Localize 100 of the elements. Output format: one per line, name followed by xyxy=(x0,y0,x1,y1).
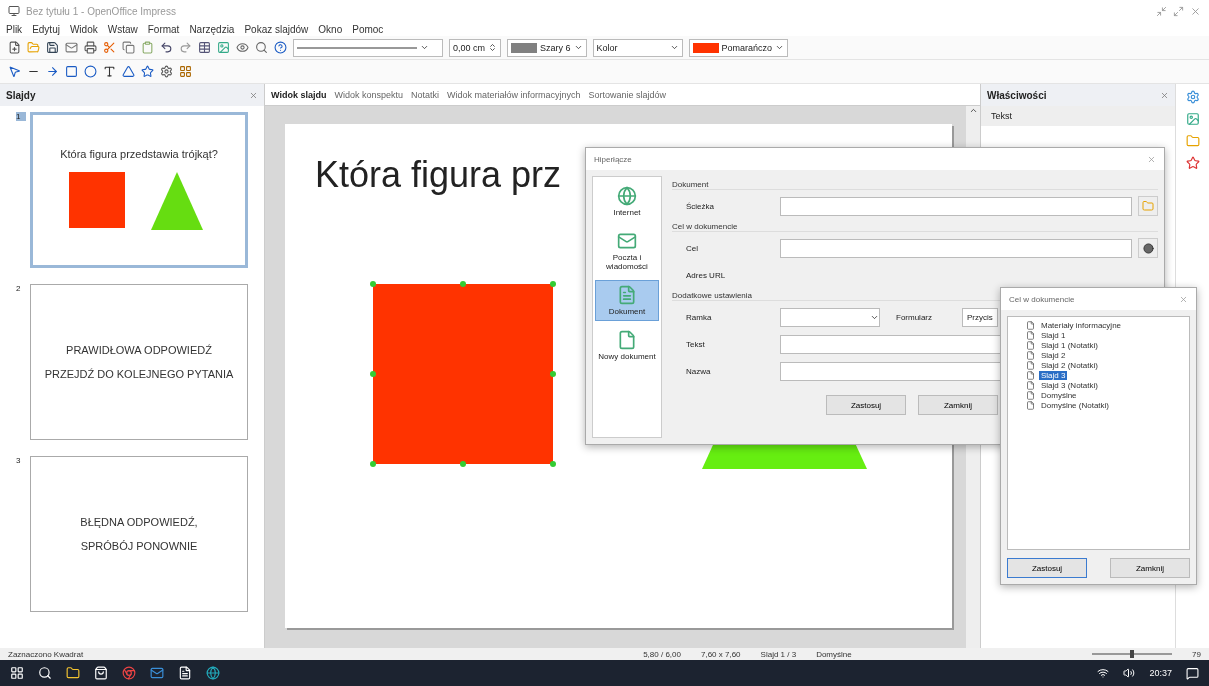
slide-text: PRZEJDŹ DO KOLEJNEGO PYTANIA xyxy=(44,368,234,380)
close-icon[interactable] xyxy=(1160,90,1169,100)
category-item[interactable]: Poczta i wiadomości xyxy=(595,226,659,276)
save-icon[interactable] xyxy=(46,41,59,54)
view-tab[interactable]: Widok konspektu xyxy=(334,89,403,100)
start-icon[interactable] xyxy=(10,666,24,680)
tree-item[interactable]: Slajd 2 (Notatki) xyxy=(1039,361,1100,370)
path-field[interactable] xyxy=(780,196,1132,216)
tree-item[interactable]: Materiały informacyjne xyxy=(1039,321,1124,330)
view-tab[interactable]: Sortowanie slajdów xyxy=(588,89,667,100)
wifi-icon[interactable] xyxy=(1097,667,1110,679)
close-icon[interactable] xyxy=(249,90,258,100)
zoom-thumb[interactable] xyxy=(1130,650,1135,658)
dialog-button[interactable]: Zastosuj xyxy=(1007,558,1087,578)
page-icon xyxy=(1026,401,1035,410)
menu-item[interactable]: Format xyxy=(147,23,180,35)
color-dropdown[interactable]: Szary 6 xyxy=(507,38,587,57)
mail-icon[interactable] xyxy=(65,41,78,54)
star-icon[interactable] xyxy=(141,65,154,78)
dialog-button[interactable]: Zamknij xyxy=(1110,558,1190,578)
tree-item[interactable]: Slajd 1 xyxy=(1039,331,1068,340)
square-shape[interactable] xyxy=(370,281,556,467)
scissors-icon[interactable] xyxy=(103,41,116,54)
triangle-icon[interactable] xyxy=(122,65,135,78)
globe-icon xyxy=(617,186,637,206)
arrow-icon[interactable] xyxy=(46,65,59,78)
menu-item[interactable]: Plik xyxy=(6,23,23,35)
mail-icon[interactable] xyxy=(150,666,164,680)
tree-item[interactable]: Domyślne xyxy=(1039,391,1079,400)
tree-item[interactable]: Domyślne (Notatki) xyxy=(1039,401,1111,410)
maximize-icon[interactable] xyxy=(1173,5,1184,17)
view-tab[interactable]: Widok materiałów informacyjnych xyxy=(447,89,581,100)
star-icon[interactable] xyxy=(1185,156,1200,170)
slide-number: 1 xyxy=(16,112,26,121)
speaker-icon[interactable] xyxy=(1123,667,1136,679)
ellipse-icon[interactable] xyxy=(84,65,97,78)
slide-thumbnail[interactable]: BŁĘDNA ODPOWIEDŹ, SPRÓBÓJ PONOWNIE xyxy=(30,456,248,612)
dialog-button[interactable]: Zastosuj xyxy=(826,395,906,415)
search-icon[interactable] xyxy=(38,666,52,680)
page-icon xyxy=(1026,361,1035,370)
line-width-field[interactable]: 0,00 cm xyxy=(449,38,501,57)
category-item[interactable]: Dokument xyxy=(595,280,659,321)
browser-icon[interactable] xyxy=(122,666,136,680)
clock: 20:37 xyxy=(1149,668,1172,678)
document-icon[interactable] xyxy=(178,666,192,680)
form-dropdown[interactable]: Przycis xyxy=(962,307,998,327)
dialog-button[interactable]: Zamknij xyxy=(918,395,998,415)
panel-title: Właściwości xyxy=(987,89,1047,101)
tree-item[interactable]: Slajd 3 xyxy=(1039,371,1068,380)
minimize-icon[interactable] xyxy=(1156,5,1167,17)
copy-icon[interactable] xyxy=(122,41,135,54)
gear-icon[interactable] xyxy=(160,65,173,78)
category-item[interactable]: Nowy dokument xyxy=(595,325,659,366)
image-icon[interactable] xyxy=(217,41,230,54)
folder-icon[interactable] xyxy=(66,666,80,680)
gear-icon[interactable] xyxy=(1185,90,1200,104)
line-style-dropdown[interactable] xyxy=(293,38,443,57)
fill-type-dropdown[interactable]: Kolor xyxy=(592,38,683,57)
tree-item[interactable]: Slajd 2 xyxy=(1039,351,1068,360)
image-icon[interactable] xyxy=(1185,112,1200,126)
color-dropdown[interactable]: Pomarańczo xyxy=(688,38,789,57)
bag-icon[interactable] xyxy=(94,666,108,680)
redo-icon[interactable] xyxy=(179,41,192,54)
target-button[interactable] xyxy=(1138,238,1158,258)
tree-item[interactable]: Slajd 1 (Notatki) xyxy=(1039,341,1100,350)
eye-icon[interactable] xyxy=(236,41,249,54)
envelope-icon xyxy=(617,231,637,251)
notification-icon[interactable] xyxy=(1186,666,1199,680)
slide-thumbnail[interactable]: PRAWIDŁOWA ODPOWIEDŹ PRZEJDŹ DO KOLEJNEGO PYTANIA xyxy=(30,284,248,440)
section-header[interactable]: Tekst xyxy=(981,106,1175,126)
menu-item[interactable]: Widok xyxy=(69,23,98,35)
help-icon[interactable] xyxy=(274,41,287,54)
menu-item[interactable]: Narzędzia xyxy=(189,23,235,35)
scroll-up-icon[interactable] xyxy=(968,106,978,115)
menu-item[interactable]: Edytuj xyxy=(32,23,60,35)
grid-icon[interactable] xyxy=(179,65,192,78)
clipboard-icon[interactable] xyxy=(141,41,154,54)
group-title: Dokument xyxy=(672,180,1158,190)
target-field[interactable] xyxy=(780,238,1132,258)
slide-text: SPRÓBÓJ PONOWNIE xyxy=(80,540,198,552)
category-item[interactable]: Internet xyxy=(595,181,659,222)
menu-item[interactable]: Wstaw xyxy=(107,23,138,35)
caret-icon xyxy=(669,43,679,52)
rectangle-icon[interactable] xyxy=(65,65,78,78)
view-tab[interactable]: Notatki xyxy=(411,89,439,100)
menu-item[interactable]: Pomoc xyxy=(352,23,384,35)
new-file-icon[interactable] xyxy=(8,41,21,54)
text-icon[interactable] xyxy=(103,65,116,78)
menu-item[interactable]: Pokaz slajdów xyxy=(244,23,309,35)
slide-thumbnail[interactable]: Która figura przedstawia trójkąt? xyxy=(30,112,248,268)
view-tab[interactable]: Widok slajdu xyxy=(271,89,327,100)
tree-item[interactable]: Slajd 3 (Notatki) xyxy=(1039,381,1100,390)
zoom-icon[interactable] xyxy=(255,41,268,54)
close-icon[interactable] xyxy=(1190,5,1201,17)
pointer-icon[interactable] xyxy=(8,65,21,78)
undo-icon[interactable] xyxy=(160,41,173,54)
printer-icon[interactable] xyxy=(84,41,97,54)
menu-item[interactable]: Okno xyxy=(318,23,343,35)
table-icon[interactable] xyxy=(198,41,211,54)
globe-icon[interactable] xyxy=(206,666,220,680)
